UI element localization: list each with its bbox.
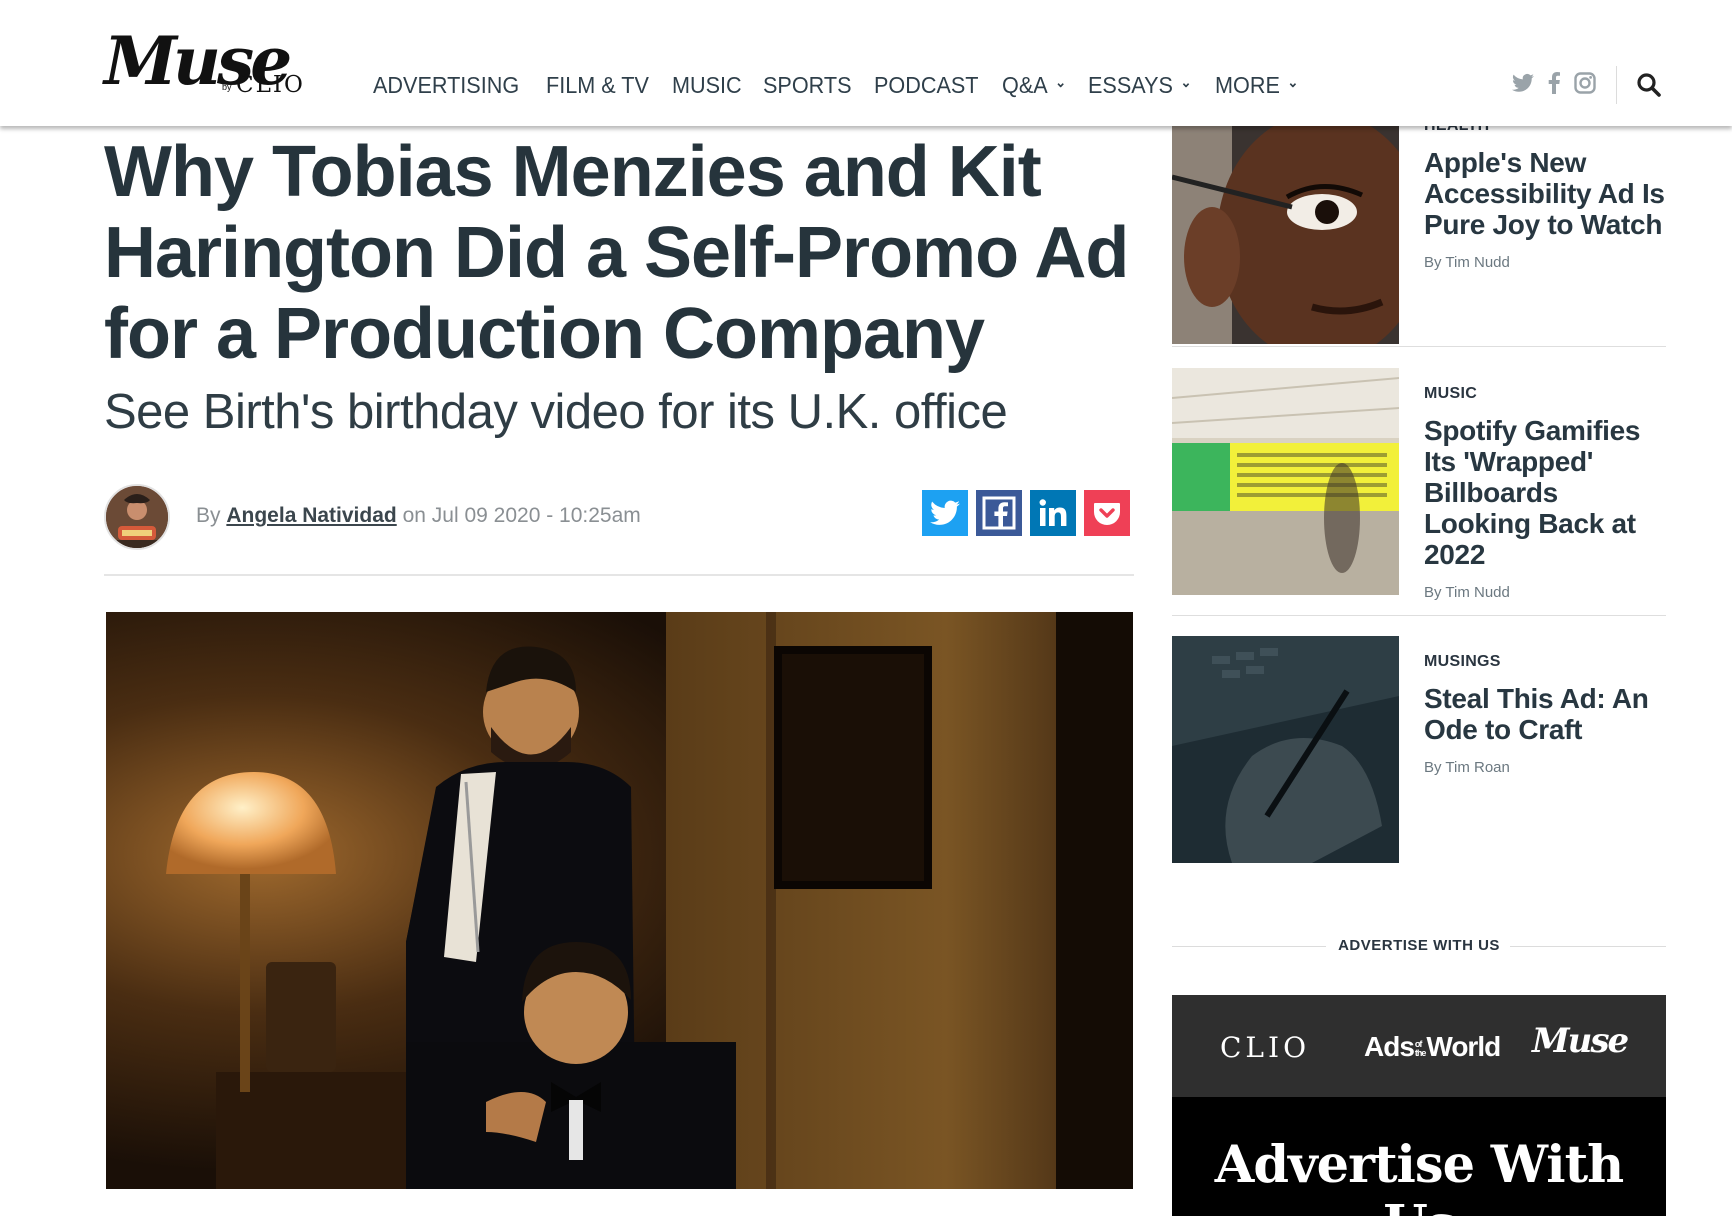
clio-logo: CLIO: [1220, 1031, 1311, 1064]
adsoftheworld-logo: Adsof theWorld: [1364, 1031, 1501, 1063]
chevron-down-icon: ⌄: [1287, 74, 1299, 90]
instagram-icon[interactable]: [1574, 72, 1596, 100]
world-word: World: [1426, 1031, 1501, 1062]
nav-item-film-tv[interactable]: FILM & TV: [546, 72, 649, 99]
card-author: By Tim Roan: [1424, 759, 1510, 776]
ads-of-the: of the: [1414, 1038, 1426, 1058]
logo-clio: CLIO: [236, 72, 305, 98]
nav-item-sports[interactable]: SPORTS: [763, 72, 852, 99]
header-divider: [1616, 66, 1617, 104]
nav-label: MUSIC: [672, 72, 742, 98]
card-thumbnail[interactable]: [1172, 368, 1399, 595]
byline-on: on: [402, 504, 426, 527]
card-thumbnail[interactable]: [1172, 636, 1399, 863]
nav-label: ESSAYS: [1087, 72, 1173, 98]
share-buttons: [922, 490, 1130, 536]
card-text: HEALTH Apple's New Accessibility Ad Is P…: [1424, 117, 1669, 271]
advertise-title: Advertise With Us: [1214, 1135, 1624, 1216]
hero-image[interactable]: [106, 612, 1133, 1189]
nav-label: PODCAST: [874, 72, 979, 98]
card-divider: [1172, 615, 1666, 616]
ads-word: Ads: [1364, 1031, 1415, 1062]
card-thumbnail[interactable]: [1172, 117, 1399, 344]
byline-text: By Angela Natividad on Jul 09 2020 - 10:…: [196, 504, 641, 528]
advertise-label-row: ADVERTISE WITH US: [1172, 937, 1666, 954]
twitter-icon[interactable]: [1512, 73, 1534, 99]
chevron-down-icon: ⌄: [1180, 74, 1192, 90]
card-author: By Tim Nudd: [1424, 254, 1510, 271]
muse-logo[interactable]: Muse by CLIO: [104, 20, 329, 106]
card-text: MUSIC Spotify Gamifies Its 'Wrapped' Bil…: [1424, 368, 1669, 601]
nav-label: MORE: [1214, 72, 1280, 98]
nav-label: ADVERTISING: [373, 72, 520, 98]
twitter-icon: [930, 500, 960, 525]
byline-by: By: [196, 504, 221, 527]
search-icon[interactable]: [1636, 72, 1662, 98]
site-header: Muse by CLIO ADVERTISING FILM & TV MUSIC…: [0, 0, 1732, 126]
nav-item-essays[interactable]: ESSAYS ⌄: [1088, 72, 1191, 99]
card-category[interactable]: MUSINGS: [1424, 653, 1669, 671]
nav-item-podcast[interactable]: PODCAST: [874, 72, 979, 99]
card-headline[interactable]: Steal This Ad: An Ode to Craft: [1424, 683, 1669, 745]
share-twitter-button[interactable]: [922, 490, 968, 536]
nav-item-advertising[interactable]: ADVERTISING: [373, 72, 519, 99]
share-linkedin-button[interactable]: [1030, 490, 1076, 536]
nav-label: SPORTS: [763, 72, 852, 98]
muse-logo: Muse: [1532, 1021, 1629, 1061]
advertise-logos-bar: CLIO Adsof theWorld Muse: [1172, 995, 1666, 1097]
share-pocket-button[interactable]: [1084, 490, 1130, 536]
share-facebook-button[interactable]: [976, 490, 1022, 536]
nav-item-music[interactable]: MUSIC: [672, 72, 742, 99]
nav-label: Q&A: [1002, 72, 1049, 98]
card-headline[interactable]: Spotify Gamifies Its 'Wrapped' Billboard…: [1424, 415, 1669, 570]
advertise-banner[interactable]: CLIO AdsoftheWorld Muse Advertise With U…: [1172, 995, 1666, 1216]
article-divider: [104, 574, 1134, 576]
nav-item-qa[interactable]: Q&A ⌄: [1002, 72, 1066, 99]
card-divider: [1172, 346, 1666, 347]
nav-label: FILM & TV: [545, 72, 649, 98]
article-subtitle: See Birth's birthday video for its U.K. …: [104, 385, 1008, 439]
chevron-down-icon: ⌄: [1055, 74, 1067, 90]
facebook-icon[interactable]: [1548, 72, 1560, 100]
card-text: MUSINGS Steal This Ad: An Ode to Craft B…: [1424, 636, 1669, 776]
author-avatar[interactable]: [104, 484, 170, 550]
pocket-icon: [1094, 503, 1120, 525]
card-author: By Tim Nudd: [1424, 584, 1510, 601]
nav-item-more[interactable]: MORE ⌄: [1215, 72, 1298, 99]
facebook-icon: [982, 496, 1016, 530]
advertise-label: ADVERTISE WITH US: [1338, 937, 1500, 954]
card-headline[interactable]: Apple's New Accessibility Ad Is Pure Joy…: [1424, 147, 1669, 240]
card-category[interactable]: MUSIC: [1424, 385, 1669, 403]
byline-row: By Angela Natividad on Jul 09 2020 - 10:…: [104, 484, 1134, 550]
logo-by: by: [222, 82, 232, 92]
publish-date: Jul 09 2020 - 10:25am: [431, 504, 641, 527]
author-link[interactable]: Angela Natividad: [226, 504, 396, 527]
article-title: Why Tobias Menzies and Kit Harington Did…: [104, 132, 1129, 374]
main-nav: ADVERTISING FILM & TV MUSIC SPORTS PODCA…: [373, 72, 1321, 99]
social-links: [1512, 72, 1596, 100]
linkedin-icon: [1039, 499, 1067, 526]
